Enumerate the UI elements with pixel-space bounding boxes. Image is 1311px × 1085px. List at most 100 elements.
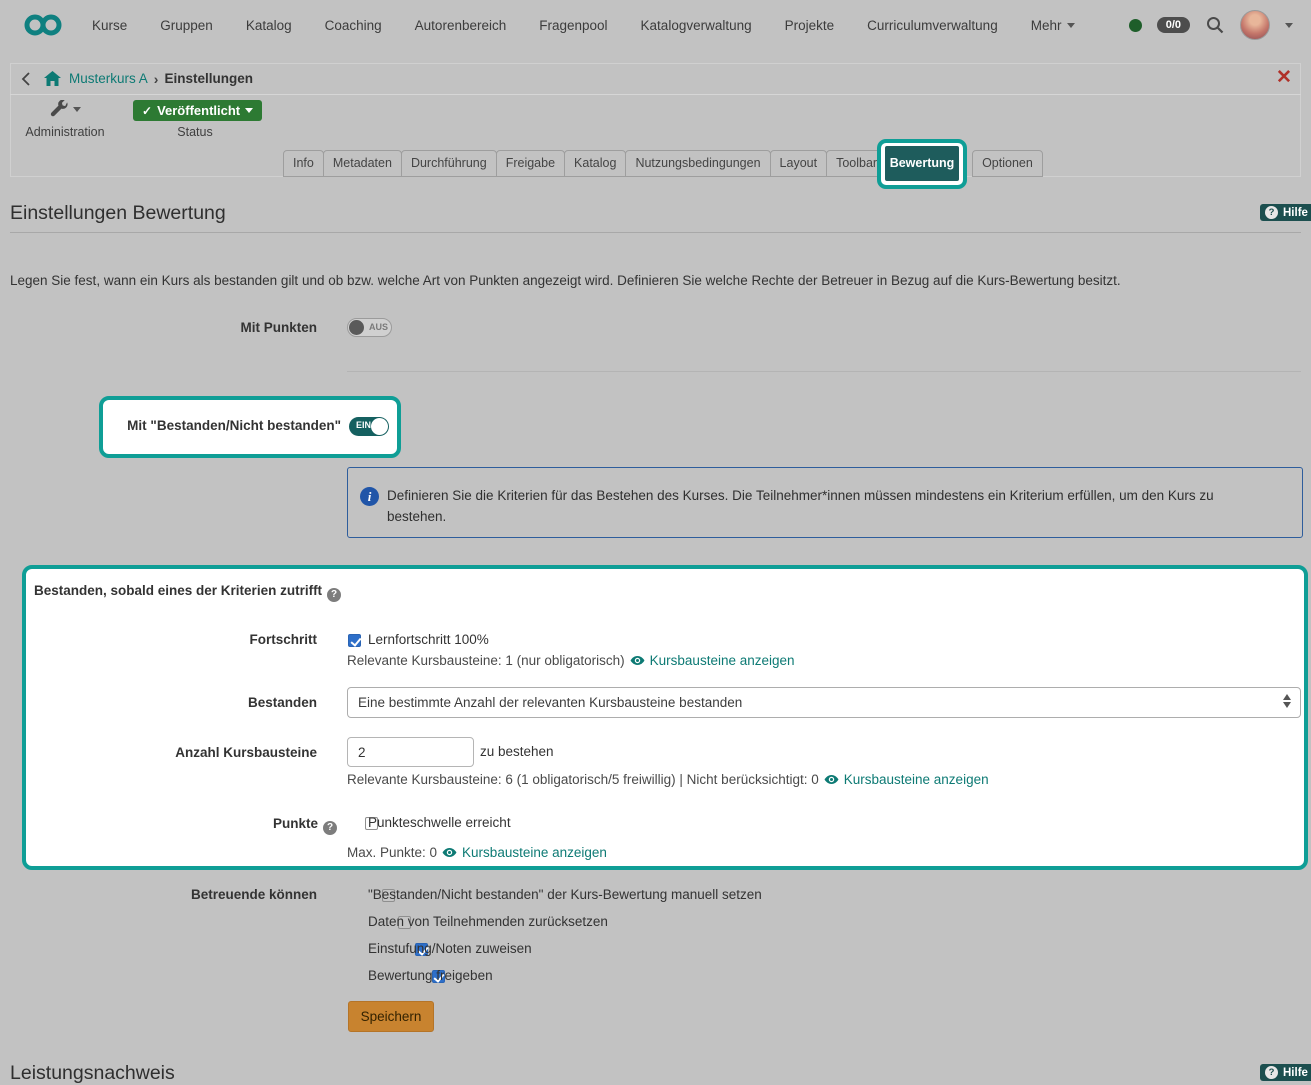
points-option-label[interactable]: Punkteschwelle erreicht bbox=[368, 815, 511, 830]
administration-label: Administration bbox=[20, 125, 110, 139]
tab-layout[interactable]: Layout bbox=[770, 150, 828, 177]
points-label-text: Punkte bbox=[273, 816, 318, 831]
tab-nutzungsbedingungen[interactable]: Nutzungsbedingungen bbox=[625, 150, 770, 177]
help-button-label: Hilfe bbox=[1283, 1067, 1308, 1079]
nav-item-gruppen[interactable]: Gruppen bbox=[160, 18, 213, 33]
info-icon: i bbox=[360, 487, 379, 506]
question-circle-icon: ? bbox=[1265, 1066, 1278, 1079]
count-show-nodes-link[interactable]: Kursbausteine anzeigen bbox=[844, 772, 989, 787]
nav-item-katalogverwaltung[interactable]: Katalogverwaltung bbox=[641, 18, 752, 33]
tab-optionen[interactable]: Optionen bbox=[972, 150, 1043, 177]
count-label: Anzahl Kursbausteine bbox=[0, 745, 317, 760]
chat-counter-badge[interactable]: 0/0 bbox=[1157, 17, 1190, 33]
question-circle-icon: ? bbox=[1265, 206, 1278, 219]
nav-item-coaching[interactable]: Coaching bbox=[325, 18, 382, 33]
nav-item-kurse[interactable]: Kurse bbox=[92, 18, 127, 33]
infinity-logo-icon bbox=[24, 13, 62, 37]
count-meta: Relevante Kursbausteine: 6 (1 obligatori… bbox=[347, 772, 989, 787]
eye-icon bbox=[442, 845, 457, 860]
points-label: Punkte? bbox=[0, 816, 337, 835]
breadcrumb: Musterkurs A › Einstellungen bbox=[10, 63, 1301, 95]
tab-freigabe[interactable]: Freigabe bbox=[496, 150, 565, 177]
nav-more-label: Mehr bbox=[1031, 18, 1062, 33]
openolat-logo[interactable] bbox=[24, 13, 62, 37]
progress-meta-text: Relevante Kursbausteine: 1 (nur obligato… bbox=[347, 653, 625, 668]
title-divider bbox=[10, 232, 1301, 233]
with-passed-toggle[interactable]: EIN bbox=[349, 417, 389, 436]
chevron-down-icon bbox=[73, 107, 81, 112]
form-divider bbox=[347, 371, 1301, 372]
passed-criteria-select[interactable]: Eine bestimmte Anzahl der relevanten Kur… bbox=[347, 687, 1301, 718]
save-button[interactable]: Speichern bbox=[348, 1001, 434, 1032]
back-chevron-icon[interactable] bbox=[21, 72, 31, 86]
tab-durchfuehrung[interactable]: Durchführung bbox=[401, 150, 497, 177]
coach-option-label-4[interactable]: Bewertung freigeben bbox=[368, 968, 493, 983]
info-note: i Definieren Sie die Kriterien für das B… bbox=[347, 467, 1303, 538]
administration-tool[interactable]: Administration bbox=[20, 100, 110, 139]
main-menu: Kurse Gruppen Katalog Coaching Autorenbe… bbox=[92, 18, 1075, 33]
passed-criteria-label: Bestanden bbox=[0, 695, 317, 710]
nav-item-curriculumverwaltung[interactable]: Curriculumverwaltung bbox=[867, 18, 998, 33]
nav-item-katalog[interactable]: Katalog bbox=[246, 18, 292, 33]
nav-item-autorenbereich[interactable]: Autorenbereich bbox=[415, 18, 507, 33]
nav-item-fragenpool[interactable]: Fragenpool bbox=[539, 18, 607, 33]
toggle-state-label: AUS bbox=[369, 322, 388, 332]
toggle-state-label: EIN bbox=[356, 420, 371, 430]
user-avatar[interactable] bbox=[1240, 10, 1270, 40]
progress-show-nodes-link[interactable]: Kursbausteine anzeigen bbox=[650, 653, 795, 668]
page-intro-text: Legen Sie fest, wann ein Kurs als bestan… bbox=[10, 273, 1302, 288]
status-caption: Status bbox=[133, 125, 257, 139]
help-button[interactable]: ? Hilfe bbox=[1260, 204, 1311, 221]
help-circle-icon[interactable]: ? bbox=[327, 588, 341, 602]
nav-item-mehr[interactable]: Mehr bbox=[1031, 18, 1076, 33]
select-spinner-icon bbox=[1283, 694, 1291, 708]
count-meta-text: Relevante Kursbausteine: 6 (1 obligatori… bbox=[347, 772, 819, 787]
info-note-text: Definieren Sie die Kriterien für das Bes… bbox=[387, 485, 1267, 527]
breadcrumb-current: Einstellungen bbox=[164, 71, 253, 86]
eye-icon bbox=[630, 653, 645, 668]
chevron-down-icon bbox=[245, 108, 253, 113]
top-navigation: Kurse Gruppen Katalog Coaching Autorenbe… bbox=[0, 0, 1311, 50]
home-icon[interactable] bbox=[44, 71, 61, 86]
close-icon[interactable]: ✕ bbox=[1276, 66, 1292, 89]
eye-icon bbox=[824, 772, 839, 787]
points-meta-text: Max. Punkte: 0 bbox=[347, 845, 437, 860]
online-status-icon bbox=[1129, 19, 1142, 32]
points-show-nodes-link[interactable]: Kursbausteine anzeigen bbox=[462, 845, 607, 860]
with-points-label: Mit Punkten bbox=[0, 320, 317, 335]
progress-option-label[interactable]: Lernfortschritt 100% bbox=[368, 632, 489, 647]
user-menu-chevron-icon[interactable] bbox=[1285, 23, 1293, 28]
toggle-knob bbox=[371, 418, 388, 435]
nav-item-projekte[interactable]: Projekte bbox=[785, 18, 835, 33]
progress-label: Fortschritt bbox=[0, 632, 317, 647]
help-circle-icon[interactable]: ? bbox=[323, 821, 337, 835]
coach-option-label-3[interactable]: Einstufung/Noten zuweisen bbox=[368, 941, 532, 956]
breadcrumb-course-link[interactable]: Musterkurs A bbox=[69, 71, 148, 86]
breadcrumb-separator: › bbox=[154, 71, 159, 87]
progress-meta: Relevante Kursbausteine: 1 (nur obligato… bbox=[347, 653, 795, 668]
wrench-icon bbox=[50, 100, 68, 118]
with-points-toggle[interactable]: AUS bbox=[347, 318, 392, 337]
search-icon[interactable] bbox=[1205, 15, 1225, 35]
status-tool: ✓ Veröffentlicht Status bbox=[133, 100, 257, 139]
status-button-label: Veröffentlicht bbox=[157, 103, 240, 118]
tab-bewertung-active[interactable]: Bewertung bbox=[885, 146, 959, 181]
count-suffix: zu bestehen bbox=[480, 744, 554, 759]
coach-option-label-1[interactable]: "Bestanden/Nicht bestanden" der Kurs-Bew… bbox=[368, 887, 762, 902]
select-value: Eine bestimmte Anzahl der relevanten Kur… bbox=[358, 695, 742, 710]
progress-checkbox[interactable] bbox=[348, 634, 361, 647]
help-button-label: Hilfe bbox=[1283, 207, 1308, 219]
with-passed-label: Mit "Bestanden/Nicht bestanden" bbox=[0, 418, 341, 433]
criteria-heading: Bestanden, sobald eines der Kriterien zu… bbox=[34, 583, 341, 602]
tab-info[interactable]: Info bbox=[283, 150, 324, 177]
chevron-down-icon bbox=[1067, 23, 1075, 28]
coach-option-label-2[interactable]: Daten von Teilnehmenden zurücksetzen bbox=[368, 914, 608, 929]
coaches-label: Betreuende können bbox=[0, 887, 317, 902]
count-input[interactable] bbox=[347, 737, 474, 767]
tab-katalog[interactable]: Katalog bbox=[564, 150, 626, 177]
status-published-button[interactable]: ✓ Veröffentlicht bbox=[133, 100, 262, 121]
criteria-heading-text: Bestanden, sobald eines der Kriterien zu… bbox=[34, 583, 322, 598]
tab-metadaten[interactable]: Metadaten bbox=[323, 150, 402, 177]
help-button-bottom[interactable]: ? Hilfe bbox=[1260, 1064, 1311, 1081]
points-meta: Max. Punkte: 0 Kursbausteine anzeigen bbox=[347, 845, 607, 860]
